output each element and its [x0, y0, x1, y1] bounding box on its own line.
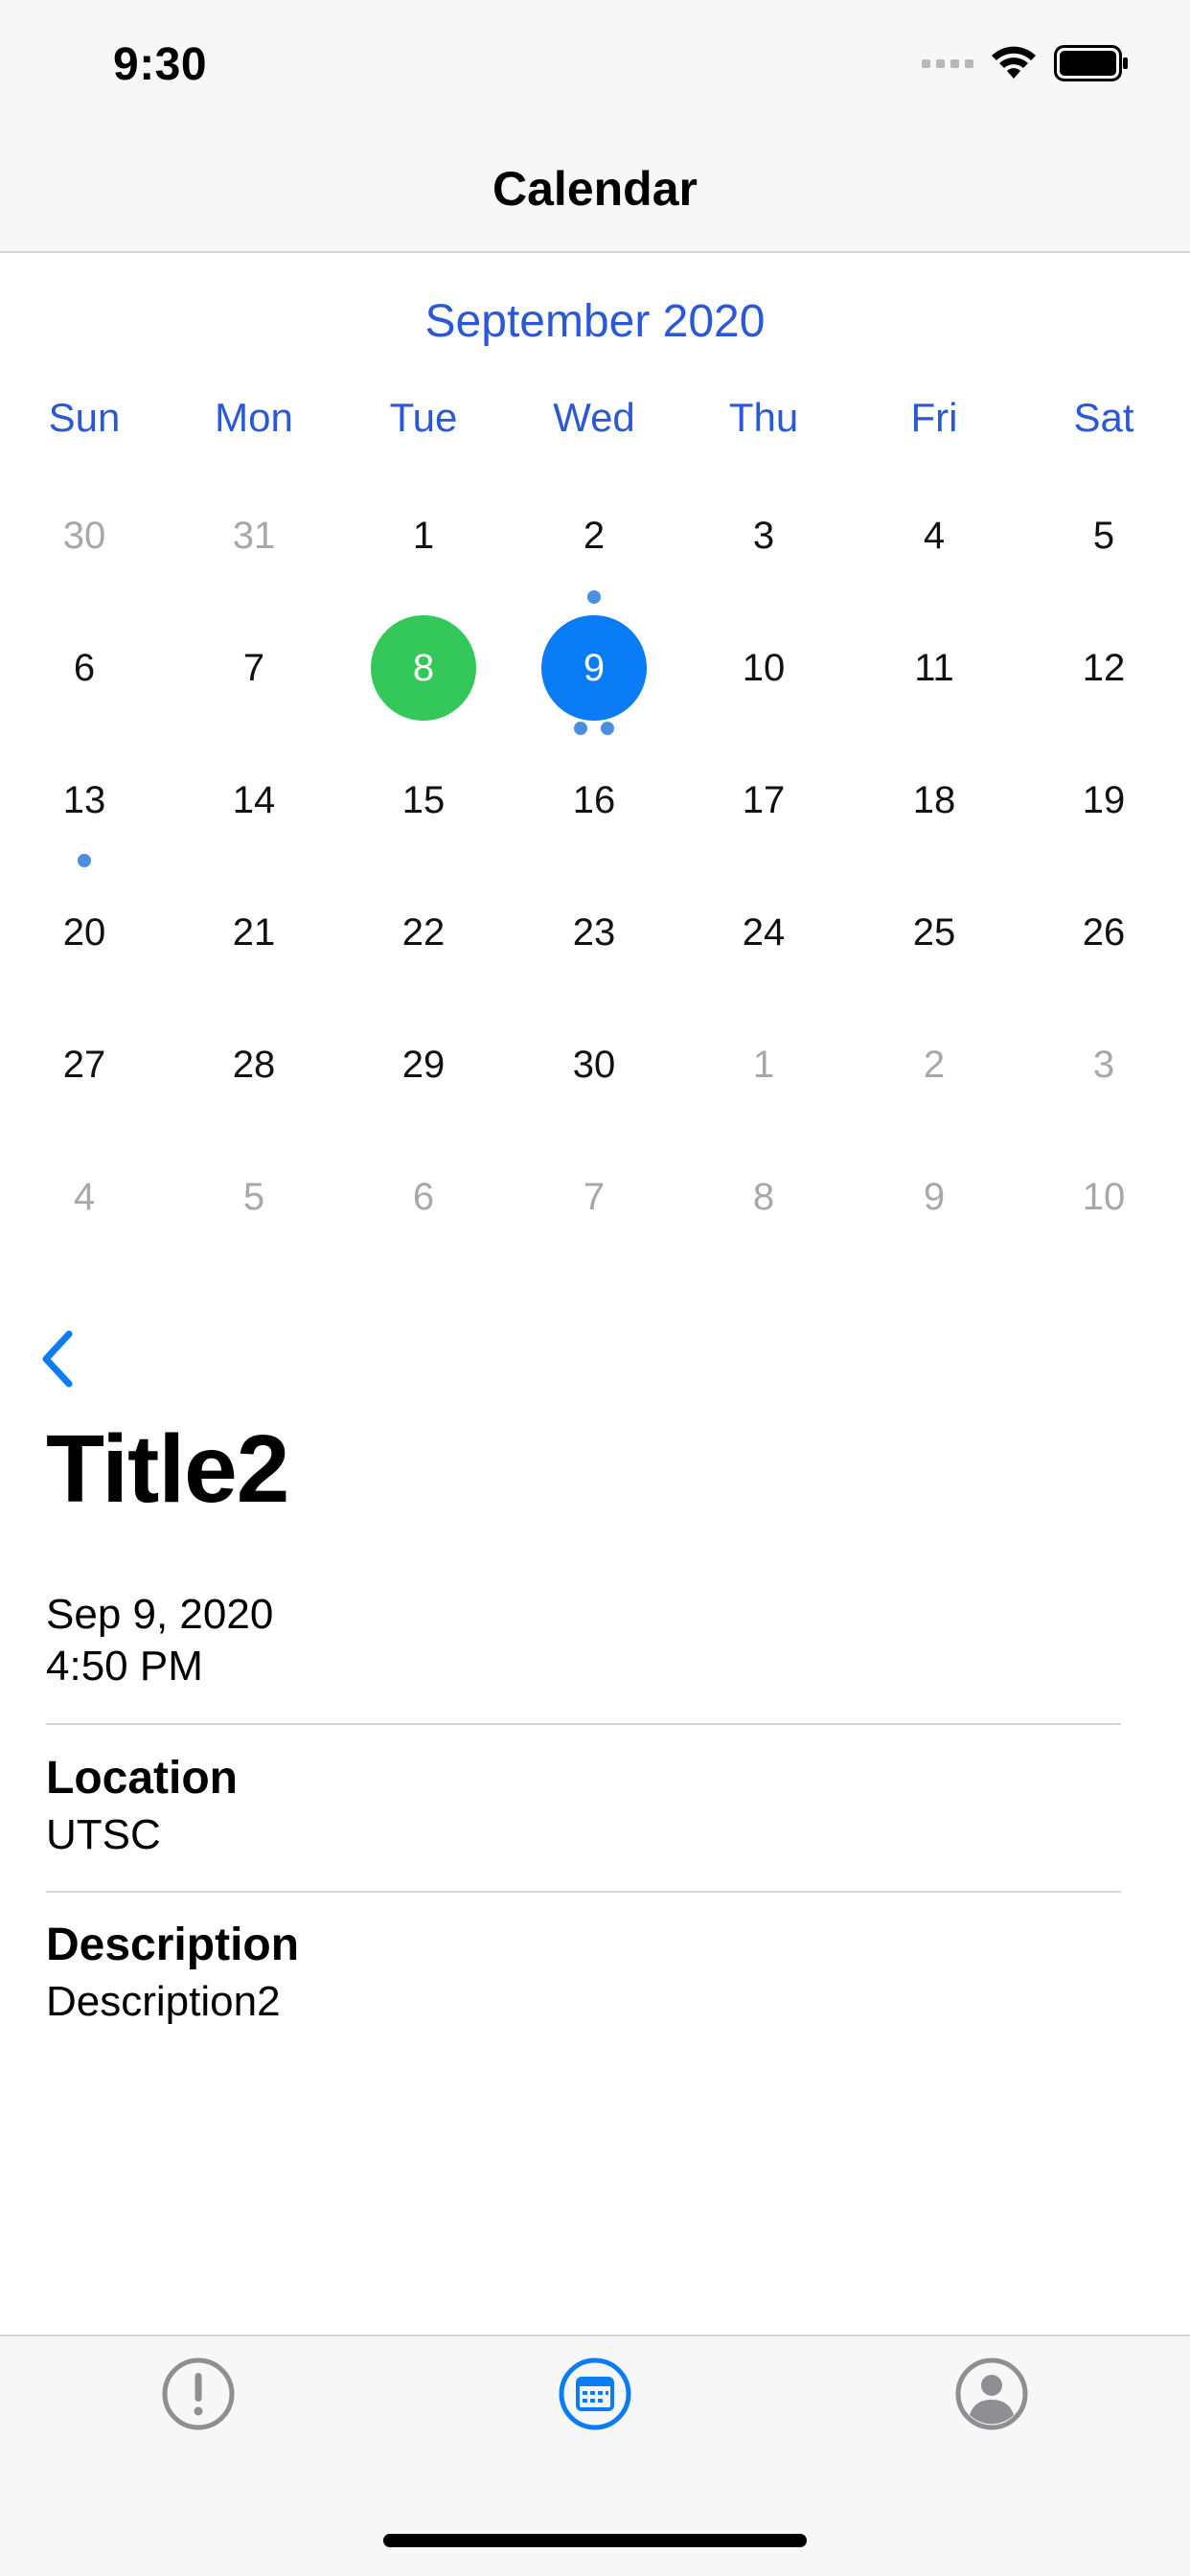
- calendar-day[interactable]: 30: [541, 1012, 647, 1117]
- calendar-day[interactable]: 22: [371, 880, 476, 985]
- home-indicator: [383, 2534, 807, 2547]
- weekday-header: Sun Mon Tue Wed Thu Fri Sat: [0, 395, 1190, 452]
- event-dot: [78, 854, 91, 867]
- event-dot: [601, 722, 614, 735]
- calendar-day[interactable]: 1: [371, 483, 476, 588]
- calendar-day[interactable]: 14: [201, 748, 307, 853]
- location-value: UTSC: [46, 1811, 161, 1858]
- weekday-sat: Sat: [1073, 395, 1134, 440]
- calendar-day[interactable]: 5: [201, 1144, 307, 1250]
- calendar-day[interactable]: 16: [541, 748, 647, 853]
- description-label: Description: [46, 1920, 300, 1970]
- calendar-day[interactable]: 20: [32, 880, 137, 985]
- calendar-day[interactable]: 10: [1051, 1144, 1156, 1250]
- event-title: Title2: [46, 1415, 289, 1523]
- calendar-day[interactable]: 24: [711, 880, 816, 985]
- calendar-day[interactable]: 1: [711, 1012, 816, 1117]
- calendar-day[interactable]: 27: [32, 1012, 137, 1117]
- calendar-day[interactable]: 7: [541, 1144, 647, 1250]
- calendar-day[interactable]: 5: [1051, 483, 1156, 588]
- exclamation-circle-icon[interactable]: [160, 2356, 237, 2432]
- calendar-day[interactable]: 2: [541, 483, 647, 588]
- calendar-day[interactable]: 8: [711, 1144, 816, 1250]
- battery-icon: [1054, 45, 1128, 81]
- calendar-day[interactable]: 12: [1051, 615, 1156, 721]
- calendar-day[interactable]: 21: [201, 880, 307, 985]
- calendar-day[interactable]: 29: [371, 1012, 476, 1117]
- description-value: Description2: [46, 1978, 281, 2025]
- calendar-day[interactable]: 10: [711, 615, 816, 721]
- weekday-thu: Thu: [728, 395, 799, 440]
- weekday-sun: Sun: [48, 395, 121, 440]
- event-date: Sep 9, 2020: [46, 1591, 274, 1638]
- calendar-day[interactable]: 9: [881, 1144, 987, 1250]
- calendar-day[interactable]: 28: [201, 1012, 307, 1117]
- calendar-day[interactable]: 30: [32, 483, 137, 588]
- event-dot: [587, 590, 601, 604]
- divider: [46, 1891, 1121, 1893]
- calendar-day[interactable]: 4: [881, 483, 987, 588]
- month-label: September 2020: [424, 296, 766, 347]
- calendar-grid: 30 31 1 2 3 4 5 6 7 8 9 10 11 12 13 14 15 16 17 18 19 20 21 22 2…: [0, 470, 1190, 1263]
- back-chevron-icon[interactable]: [36, 1328, 79, 1390]
- calendar-day[interactable]: 6: [32, 615, 137, 721]
- weekday-fri: Fri: [910, 395, 958, 440]
- person-circle-icon[interactable]: [953, 2356, 1030, 2432]
- calendar-day[interactable]: 2: [881, 1012, 987, 1117]
- weekday-tue: Tue: [389, 395, 458, 440]
- wifi-icon: [992, 46, 1036, 79]
- weekday-mon: Mon: [215, 395, 293, 440]
- calendar-day[interactable]: 18: [881, 748, 987, 853]
- calendar-day[interactable]: 7: [201, 615, 307, 721]
- navigation-bar: 9:30 Calendar: [0, 0, 1190, 253]
- calendar-day[interactable]: 31: [201, 483, 307, 588]
- cellular-signal-icon: [922, 58, 973, 68]
- page-title: Calendar: [492, 162, 698, 216]
- calendar-day[interactable]: 3: [711, 483, 816, 588]
- calendar-day[interactable]: 4: [32, 1144, 137, 1250]
- event-datetime: Sep 9, 2020 4:50 PM: [46, 1589, 273, 1692]
- calendar-day-today[interactable]: 8: [371, 615, 476, 721]
- calendar-day[interactable]: 13: [32, 748, 137, 853]
- divider: [46, 1723, 1121, 1725]
- calendar-day[interactable]: 17: [711, 748, 816, 853]
- calendar-day[interactable]: 19: [1051, 748, 1156, 853]
- calendar-icon[interactable]: [557, 2356, 633, 2432]
- calendar-day[interactable]: 11: [881, 615, 987, 721]
- calendar-day[interactable]: 6: [371, 1144, 476, 1250]
- status-icons: [922, 44, 1129, 82]
- calendar-day[interactable]: 26: [1051, 880, 1156, 985]
- weekday-wed: Wed: [553, 395, 635, 440]
- calendar-day[interactable]: 23: [541, 880, 647, 985]
- calendar-day-selected[interactable]: 9: [541, 615, 647, 721]
- calendar-day[interactable]: 3: [1051, 1012, 1156, 1117]
- status-time: 9:30: [113, 39, 208, 90]
- calendar-day[interactable]: 25: [881, 880, 987, 985]
- location-label: Location: [46, 1753, 238, 1804]
- calendar-day[interactable]: 15: [371, 748, 476, 853]
- event-time: 4:50 PM: [46, 1643, 203, 1690]
- event-dot: [574, 722, 587, 735]
